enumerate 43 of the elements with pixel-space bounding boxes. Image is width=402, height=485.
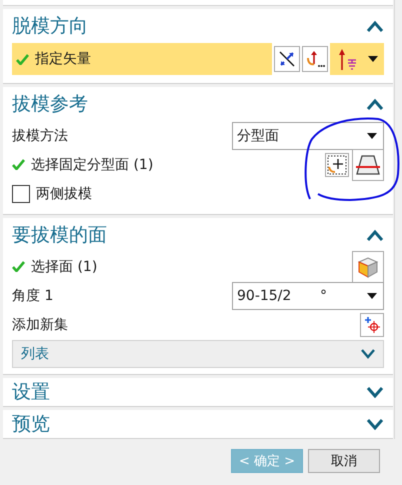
checkbox[interactable] xyxy=(12,184,30,202)
section-title: 脱模方向 xyxy=(12,14,88,39)
checkbox-label: 两侧拔模 xyxy=(36,184,92,202)
expand-icon[interactable] xyxy=(366,386,384,398)
cube-icon xyxy=(356,254,380,278)
check-icon xyxy=(16,54,29,64)
curved-arrow-icon xyxy=(305,50,325,68)
section-title: 要拔模的面 xyxy=(12,223,107,248)
select-face-button[interactable] xyxy=(352,250,384,282)
row-label: 指定矢量 xyxy=(35,50,91,68)
caret-icon xyxy=(367,292,377,298)
expand-icon[interactable] xyxy=(366,418,384,430)
collapse-icon[interactable] xyxy=(366,229,384,241)
select-plane-button[interactable] xyxy=(325,152,349,176)
check-icon xyxy=(12,159,25,170)
vector-type-dropdown[interactable] xyxy=(330,43,384,75)
dotted-box-plus-icon xyxy=(327,154,347,174)
row-label: 添加新集 xyxy=(12,316,68,334)
row-label: 拔模方法 xyxy=(12,126,68,144)
reverse-direction-button[interactable] xyxy=(274,46,300,72)
row-label: 选择固定分型面 (1) xyxy=(31,156,154,174)
collapse-icon[interactable] xyxy=(366,98,384,110)
section-title: 预览 xyxy=(12,412,50,437)
section-title: 拔模参考 xyxy=(12,92,88,117)
caret-icon xyxy=(368,56,378,62)
row-label: 选择面 (1) xyxy=(31,258,98,276)
section-title: 设置 xyxy=(12,380,50,405)
chevron-icon xyxy=(361,349,375,359)
trapezoid-line-icon xyxy=(355,154,381,176)
method-dropdown[interactable]: 分型面 xyxy=(232,122,384,150)
vector-dialog-button[interactable] xyxy=(302,46,328,72)
list-bar[interactable]: 列表 xyxy=(12,340,384,368)
angle-field[interactable]: 90-15/2 ° xyxy=(232,282,384,310)
selection-row[interactable]: 指定矢量 xyxy=(12,43,272,75)
diagonal-arrows-icon xyxy=(278,50,296,68)
cancel-button[interactable]: 取消 xyxy=(308,449,380,473)
add-set-button[interactable] xyxy=(360,312,384,336)
collapse-icon[interactable] xyxy=(366,20,384,32)
row-label: 角度 1 xyxy=(12,286,54,304)
parting-face-button[interactable] xyxy=(352,148,384,180)
check-icon xyxy=(12,261,25,272)
crosshair-plus-icon xyxy=(363,316,381,334)
caret-icon xyxy=(367,132,377,138)
